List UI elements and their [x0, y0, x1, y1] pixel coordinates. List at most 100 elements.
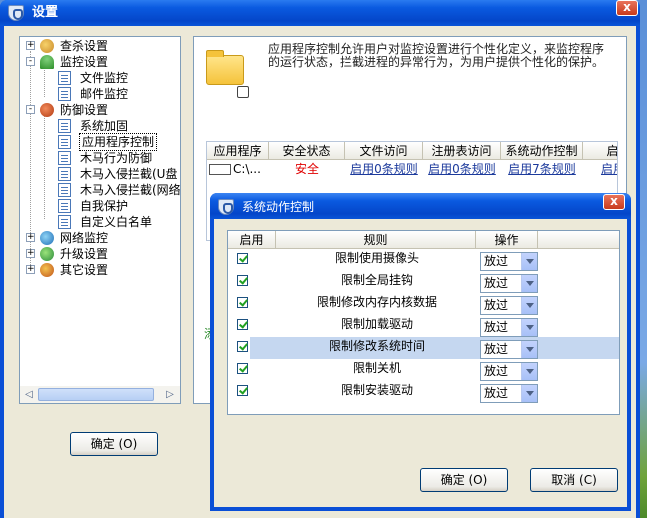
chevron-down-icon[interactable] — [521, 363, 537, 380]
col-header-registry[interactable]: 注册表访问 — [423, 142, 501, 159]
rule-row-shutdown[interactable]: 限制关机 放过 — [228, 359, 619, 381]
dialog-ok-button[interactable]: 确定 (O) — [420, 468, 508, 492]
rule-row-kernel-memory[interactable]: 限制修改内存内核数据 放过 — [228, 293, 619, 315]
scroll-right-icon[interactable]: ▷ — [164, 389, 176, 400]
tree-item-label: 邮件监控 — [80, 87, 129, 101]
rules-table: 启用 规则 操作 限制使用摄像头 放过 限制全局挂钩 放过 限制修改内存内核数据… — [227, 230, 620, 415]
ok-button[interactable]: 确定 (O) — [70, 432, 158, 456]
document-icon — [58, 119, 71, 133]
action-select[interactable]: 放过 — [480, 274, 538, 293]
tree-item-label: 木马入侵拦截(U盘 — [80, 167, 178, 181]
panel-description: 应用程序控制允许用户对监控设置进行个性化定义，来监控程序的运行状态，拦截进程的异… — [268, 42, 605, 69]
col-header-file[interactable]: 文件访问 — [345, 142, 423, 159]
dialog-cancel-button[interactable]: 取消 (C) — [530, 468, 618, 492]
expand-icon[interactable]: + — [26, 249, 35, 258]
globe-icon — [40, 231, 54, 245]
tree-item-trojan-usb[interactable]: 木马入侵拦截(U盘 — [26, 166, 180, 182]
document-icon — [58, 215, 71, 229]
document-icon — [58, 71, 71, 85]
enable-checkbox[interactable] — [237, 253, 248, 264]
folder-lock-icon — [206, 50, 249, 98]
tree-item-label: 自定义白名单 — [80, 215, 153, 229]
col-header-enable[interactable]: 启用 — [228, 231, 276, 248]
tree-item-label: 防御设置 — [60, 103, 109, 117]
rule-name: 限制关机 — [352, 361, 401, 375]
action-select[interactable]: 放过 — [480, 340, 538, 359]
document-icon — [58, 183, 71, 197]
chevron-down-icon[interactable] — [521, 297, 537, 314]
tree-item-label: 网络监控 — [60, 231, 109, 245]
col-header-app[interactable]: 应用程序 — [207, 142, 269, 159]
horizontal-scrollbar[interactable]: ◁ ▷ — [20, 386, 180, 403]
umbrella-icon — [40, 55, 54, 69]
table-row[interactable]: C:\... 安全 启用0条规则 启用0条规则 启用7条规则 启用 — [207, 160, 617, 178]
rule-name: 限制修改系统时间 — [328, 339, 425, 353]
dialog-close-button[interactable]: x — [603, 194, 625, 210]
system-action-dialog: 系统动作控制 x 启用 规则 操作 限制使用摄像头 放过 限制全局挂钩 放过 限… — [210, 193, 631, 511]
registry-rules-link[interactable]: 启用0条规则 — [423, 160, 501, 178]
scrollbar-thumb[interactable] — [38, 388, 154, 401]
col-header-extra[interactable]: 启 — [583, 142, 617, 159]
rules-header: 启用 规则 操作 — [228, 231, 619, 249]
tree-item-label: 系统加固 — [80, 119, 129, 133]
rule-name: 限制修改内存内核数据 — [316, 295, 437, 309]
chevron-down-icon[interactable] — [521, 385, 537, 402]
rule-row-system-time[interactable]: 限制修改系统时间 放过 — [228, 337, 619, 359]
tree-item-label: 木马行为防御 — [80, 151, 153, 165]
document-icon — [58, 87, 71, 101]
chevron-down-icon[interactable] — [521, 319, 537, 336]
scroll-left-icon[interactable]: ◁ — [23, 389, 35, 400]
enable-checkbox[interactable] — [237, 297, 248, 308]
col-header-sysaction[interactable]: 系统动作控制 — [501, 142, 583, 159]
enable-checkbox[interactable] — [237, 319, 248, 330]
rule-name: 限制加载驱动 — [340, 317, 413, 331]
col-header-rule[interactable]: 规则 — [276, 231, 476, 248]
action-select[interactable]: 放过 — [480, 252, 538, 271]
close-button[interactable]: x — [616, 0, 638, 16]
rule-name: 限制全局挂钩 — [340, 273, 413, 287]
enable-checkbox[interactable] — [237, 341, 248, 352]
rule-row-global-hook[interactable]: 限制全局挂钩 放过 — [228, 271, 619, 293]
col-header-action[interactable]: 操作 — [476, 231, 538, 248]
rule-row-load-driver[interactable]: 限制加载驱动 放过 — [228, 315, 619, 337]
title-bar[interactable]: 设置 — [0, 0, 640, 26]
chevron-down-icon[interactable] — [521, 253, 537, 270]
expand-icon[interactable]: + — [26, 41, 35, 50]
chevron-down-icon[interactable] — [521, 275, 537, 292]
action-select[interactable]: 放过 — [480, 318, 538, 337]
tree-item-label: 文件监控 — [80, 71, 129, 85]
action-select[interactable]: 放过 — [480, 362, 538, 381]
enable-checkbox[interactable] — [237, 385, 248, 396]
extra-rules-link[interactable]: 启用 — [583, 160, 617, 178]
settings-tree: + 查杀设置 - 监控设置 文件监控 邮件监控 - 防御设置 系统加固 应用程序… — [19, 36, 181, 404]
table-header: 应用程序 安全状态 文件访问 注册表访问 系统动作控制 启 — [207, 142, 617, 160]
rule-name: 限制使用摄像头 — [334, 251, 419, 265]
collapse-icon[interactable]: - — [26, 57, 35, 66]
sysaction-rules-link[interactable]: 启用7条规则 — [501, 160, 583, 178]
window-title: 设置 — [32, 5, 59, 20]
chevron-down-icon[interactable] — [521, 341, 537, 358]
gear-icon — [40, 263, 54, 277]
expand-icon[interactable]: + — [26, 265, 35, 274]
update-globe-icon — [40, 247, 54, 261]
enable-checkbox[interactable] — [237, 363, 248, 374]
tree-item-trojan-network[interactable]: 木马入侵拦截(网络 — [26, 182, 180, 198]
action-select[interactable]: 放过 — [480, 384, 538, 403]
action-select[interactable]: 放过 — [480, 296, 538, 315]
col-header-status[interactable]: 安全状态 — [269, 142, 345, 159]
rule-row-camera[interactable]: 限制使用摄像头 放过 — [228, 249, 619, 271]
rule-name: 限制安装驱动 — [340, 383, 413, 397]
shield-icon — [8, 5, 24, 21]
dialog-title-bar[interactable]: 系统动作控制 — [210, 193, 631, 219]
enable-checkbox[interactable] — [237, 275, 248, 286]
collapse-icon[interactable]: - — [26, 105, 35, 114]
rule-row-install-driver[interactable]: 限制安装驱动 放过 — [228, 381, 619, 403]
tree-item-label: 监控设置 — [60, 55, 109, 69]
dialog-body: 启用 规则 操作 限制使用摄像头 放过 限制全局挂钩 放过 限制修改内存内核数据… — [214, 219, 627, 507]
expand-icon[interactable]: + — [26, 233, 35, 242]
file-rules-link[interactable]: 启用0条规则 — [345, 160, 423, 178]
document-icon — [58, 135, 71, 149]
tree-item-label: 自我保护 — [80, 199, 129, 213]
tree-item-label: 其它设置 — [60, 263, 109, 277]
tree-item-label: 应用程序控制 — [78, 133, 158, 151]
